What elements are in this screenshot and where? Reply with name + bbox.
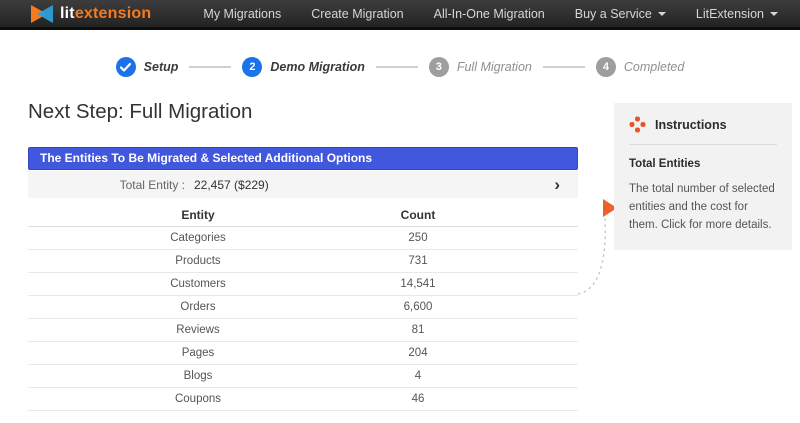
entity-name: Reviews: [28, 324, 368, 336]
entity-name: Coupons: [28, 393, 368, 405]
entity-count: 6,600: [368, 301, 468, 313]
step-label: Full Migration: [457, 60, 532, 74]
step-label: Demo Migration: [270, 60, 364, 74]
step-check-icon: [116, 57, 136, 77]
total-entity-label: Total Entity :: [28, 178, 185, 192]
entity-count: 731: [368, 255, 468, 267]
total-entity-value: 22,457 ($229): [194, 178, 269, 192]
step-setup: Setup: [116, 57, 179, 77]
caret-down-icon: [658, 12, 666, 16]
table-row: Coupons 46: [28, 388, 578, 411]
chevron-right-icon[interactable]: ›: [554, 176, 560, 193]
entity-name: Blogs: [28, 370, 368, 382]
entity-count: 81: [368, 324, 468, 336]
entities-table: Entity Count Categories 250 Products 731…: [28, 204, 578, 411]
entity-count: 4: [368, 370, 468, 382]
logo-text: litextension: [60, 5, 151, 23]
table-row: Customers 14,541: [28, 273, 578, 296]
table-row: Products 731: [28, 250, 578, 273]
nav-all-in-one-migration[interactable]: All-In-One Migration: [434, 7, 545, 21]
header-entity: Entity: [28, 208, 368, 222]
nav-buy-a-service[interactable]: Buy a Service: [575, 7, 666, 21]
entity-count: 250: [368, 232, 468, 244]
life-buoy-icon: [629, 116, 646, 133]
caret-down-icon: [770, 12, 778, 16]
step-full-migration: 3 Full Migration: [429, 57, 532, 77]
table-row: Pages 204: [28, 342, 578, 365]
step-label: Setup: [144, 60, 179, 74]
nav-litextension[interactable]: LitExtension: [696, 7, 778, 21]
step-completed: 4 Completed: [596, 57, 684, 77]
step-connector-line: [376, 66, 418, 68]
step-connector-line: [189, 66, 231, 68]
entity-name: Orders: [28, 301, 368, 313]
nav-create-migration[interactable]: Create Migration: [311, 7, 403, 21]
instructions-body: The total number of selected entities an…: [629, 181, 777, 234]
entity-name: Categories: [28, 232, 368, 244]
entities-section: The Entities To Be Migrated & Selected A…: [28, 147, 578, 411]
step-number: 3: [429, 57, 449, 77]
page: litextension My Migrations Create Migrat…: [0, 0, 800, 423]
step-number: 2: [242, 57, 262, 77]
main-nav: My Migrations Create Migration All-In-On…: [203, 7, 778, 21]
page-title: Next Step: Full Migration: [28, 100, 252, 124]
entity-name: Customers: [28, 278, 368, 290]
entity-count: 14,541: [368, 278, 468, 290]
table-header-row: Entity Count: [28, 204, 578, 227]
entity-count: 204: [368, 347, 468, 359]
progress-stepper: Setup 2 Demo Migration 3 Full Migration …: [0, 57, 800, 77]
entities-banner: The Entities To Be Migrated & Selected A…: [28, 147, 578, 170]
nav-my-migrations[interactable]: My Migrations: [203, 7, 281, 21]
header-count: Count: [368, 208, 468, 222]
table-row: Orders 6,600: [28, 296, 578, 319]
instructions-title: Instructions: [655, 118, 727, 132]
instructions-heading: Total Entities: [629, 158, 777, 170]
navbar: litextension My Migrations Create Migrat…: [0, 0, 800, 30]
litextension-logo[interactable]: litextension: [30, 4, 151, 24]
step-connector-line: [543, 66, 585, 68]
step-number: 4: [596, 57, 616, 77]
logo-butterfly-icon: [30, 4, 54, 24]
entity-name: Pages: [28, 347, 368, 359]
table-row: Reviews 81: [28, 319, 578, 342]
total-entity-row[interactable]: Total Entity : 22,457 ($229) ›: [28, 171, 578, 198]
instructions-panel: Instructions Total Entities The total nu…: [614, 103, 792, 250]
entity-name: Products: [28, 255, 368, 267]
table-row: Categories 250: [28, 227, 578, 250]
table-row: Blogs 4: [28, 365, 578, 388]
step-demo-migration: 2 Demo Migration: [242, 57, 364, 77]
instructions-header: Instructions: [629, 116, 777, 145]
step-label: Completed: [624, 60, 684, 74]
entity-count: 46: [368, 393, 468, 405]
